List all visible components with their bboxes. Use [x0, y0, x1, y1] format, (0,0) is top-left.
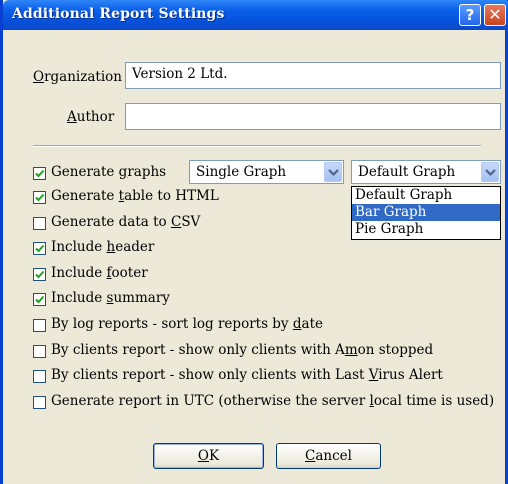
separator: [33, 145, 481, 147]
check-icon: [35, 295, 45, 304]
option-label: Generate report in UTC (otherwise the se…: [51, 393, 495, 409]
close-icon[interactable]: ✕: [484, 4, 506, 26]
generate-graphs-label: Generate graphs: [51, 164, 167, 180]
option-label: By clients report - show only clients wi…: [51, 342, 434, 358]
option-label: By log reports - sort log reports by dat…: [51, 316, 323, 332]
option-checkbox[interactable]: [33, 293, 46, 306]
author-field[interactable]: [125, 103, 501, 130]
graph-type-value: Default Graph: [358, 164, 456, 180]
organization-field[interactable]: Version 2 Ltd.: [125, 62, 501, 89]
dialog-window: Additional Report Settings ? ✕ Organizat…: [0, 0, 508, 484]
graph-type-option-highlighted[interactable]: Bar Graph: [352, 204, 500, 221]
check-icon: [35, 244, 45, 253]
title-bar[interactable]: Additional Report Settings ? ✕: [3, 0, 508, 30]
graph-type-option[interactable]: Pie Graph: [352, 221, 500, 238]
option-label: Include header: [51, 239, 155, 255]
graph-mode-value: Single Graph: [196, 164, 287, 180]
help-icon[interactable]: ?: [459, 4, 481, 26]
ok-button[interactable]: OK: [153, 443, 264, 469]
graph-type-option[interactable]: Default Graph: [352, 187, 500, 204]
cancel-button[interactable]: Cancel: [276, 443, 381, 469]
check-icon: [35, 270, 45, 279]
option-checkbox[interactable]: [33, 319, 46, 332]
option-label: Include summary: [51, 290, 170, 306]
option-checkbox[interactable]: [33, 268, 46, 281]
option-label: Generate table to HTML: [51, 188, 219, 204]
chevron-down-icon[interactable]: [481, 162, 499, 182]
option-checkbox[interactable]: [33, 396, 46, 409]
chevron-down-icon[interactable]: [324, 162, 342, 182]
option-checkbox[interactable]: [33, 191, 46, 204]
option-label: Include footer: [51, 265, 148, 281]
check-icon: [35, 193, 45, 202]
option-label: Generate data to CSV: [51, 214, 201, 230]
graph-type-select[interactable]: Default Graph: [351, 160, 501, 184]
organization-value: Version 2 Ltd.: [132, 66, 228, 82]
dialog-title: Additional Report Settings: [12, 6, 225, 22]
author-label: Author: [67, 109, 115, 125]
option-checkbox[interactable]: [33, 345, 46, 358]
option-checkbox[interactable]: [33, 242, 46, 255]
option-checkbox[interactable]: [33, 370, 46, 383]
graph-type-dropdown-list[interactable]: Default Graph Bar Graph Pie Graph: [351, 186, 501, 240]
check-icon: [35, 169, 45, 178]
generate-graphs-checkbox[interactable]: [33, 167, 46, 180]
graph-mode-select[interactable]: Single Graph: [189, 160, 344, 184]
organization-label: Organization: [33, 69, 122, 85]
option-label: By clients report - show only clients wi…: [51, 367, 443, 383]
option-checkbox[interactable]: [33, 217, 46, 230]
